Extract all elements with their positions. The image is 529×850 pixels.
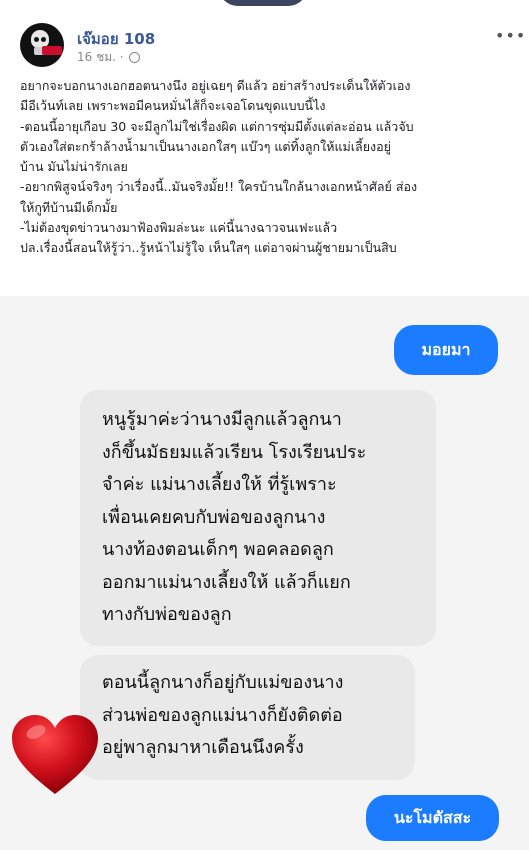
post-meta: 16 ชม. · [77, 48, 140, 67]
message-line: นางท้องตอนเด็กๆ พอคลอดลูก [102, 539, 334, 560]
post-line: อยากจะบอกนางเอกฮอตนางนึง อยู่เฉยๆ ดีแล้ว… [20, 78, 411, 93]
globe-icon [128, 52, 140, 63]
heart-icon[interactable] [9, 712, 101, 797]
facebook-post: เจ๊มอย 108 16 ชม. · ••• อยากจะบอกนางเอกฮ… [0, 0, 529, 296]
message-line: จำค่ะ แม่นางเลี้ยงให้ ที่รู้เพราะ [102, 474, 337, 495]
received-message-bubble[interactable]: ตอนนี้ลูกนางก็อยู่กับแม่ของนาง ส่วนพ่อขอ… [80, 655, 415, 780]
message-line: ตอนนี้ลูกนางก็อยู่กับแม่ของนาง [102, 672, 344, 693]
post-line: -อยากพิสูจน์จริงๆ ว่าเรื่องนี้..มันจริงม… [20, 179, 418, 195]
message-line: ออกมาแม่นางเลี้ยงให้ แล้วก็แยก [102, 571, 351, 593]
post-line: ตัวเองใส่ตะกร้าล้างน้ำมาเป็นนางเอกใสๆ แบ… [20, 138, 391, 154]
post-text: อยากจะบอกนางเอกฮอตนางนึง อยู่เฉยๆ ดีแล้ว… [20, 76, 520, 259]
message-line: เพื่อนเคยคบกับพ่อของลูกนาง [102, 506, 326, 528]
post-line: มีอีเว้นท์เลย เพราะพอมีคนหมั่นไส้ก็จะเจอ… [20, 98, 326, 114]
more-options-icon[interactable]: ••• [495, 26, 526, 45]
sent-message-bubble[interactable]: นะโมตัสสะ [366, 795, 499, 841]
message-line: งก็ขึ้นมัธยมแล้วเรียน โรงเรียนประ [102, 441, 367, 463]
message-line: หนูรู้มาค่ะว่านางมีลูกแล้วลูกนา [102, 409, 342, 430]
post-line: ปล.เรื่องนี้สอนให้รู้ว่า..รู้หน้าไม่รู้ใ… [20, 240, 397, 256]
post-line: -ตอนนี้อายุเกือบ 30 จะมีลูกไม่ใช่เรื่องผ… [20, 118, 414, 134]
received-message-bubble[interactable]: หนูรู้มาค่ะว่านางมีลูกแล้วลูกนา งก็ขึ้นม… [80, 390, 436, 646]
top-edge-decoration [218, 0, 308, 6]
sent-message-bubble[interactable]: มอยมา [394, 325, 498, 375]
message-line: ทางกับพ่อของลูก [102, 604, 232, 625]
post-line: -ไม่ต้องขุดข่าวนางมาฟ้องพิมล่ะนะ แค่นี้น… [20, 220, 338, 236]
post-time[interactable]: 16 ชม. · [77, 48, 124, 67]
author-avatar[interactable] [20, 23, 64, 67]
message-line: ส่วนพ่อของลูกแม่นางก็ยังติดต่อ [102, 704, 343, 726]
post-line: ให้กูทีบ้านมีเด็กมั้ย [20, 199, 118, 215]
message-line: อยู่พาลูกมาหาเดือนนึงครั้ง [102, 737, 304, 758]
post-line: บ้าน มันไม่น่ารักเลย [20, 159, 128, 175]
